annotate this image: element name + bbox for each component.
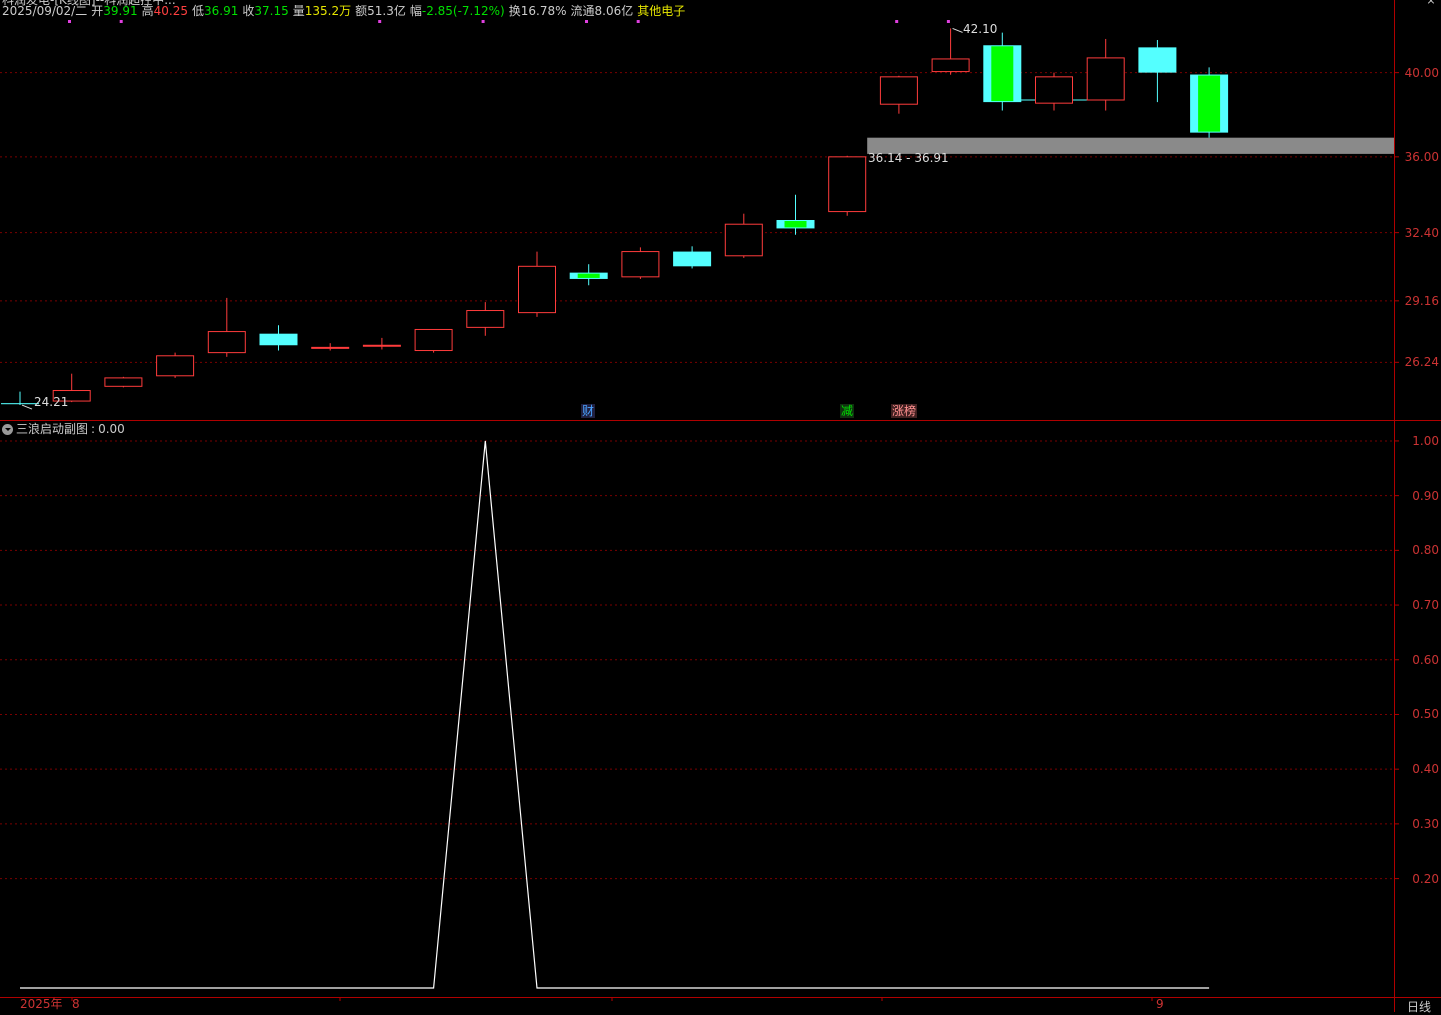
info-label: 开 [91,4,104,18]
info-item: 其他电子 [637,3,685,19]
signal-dot [68,20,71,23]
info-item: 低36.91 [192,3,238,19]
price-axis-label: 36.00 [1404,149,1439,164]
indicator-axis-label: 0.40 [1412,762,1439,777]
high-price-label: 42.10 [963,22,998,36]
candle-body [673,251,712,267]
info-value: 51.3亿 [367,4,406,18]
finance-badge[interactable]: 财 [581,404,596,418]
info-value: 40.25 [153,4,188,18]
indicator-axis-label: 0.90 [1412,488,1439,503]
info-label: 幅 [409,4,422,18]
price-axis-label: 26.24 [1404,355,1439,370]
indicator-title: 三浪启动副图 : 0.00 [2,421,125,437]
indicator-axis-label: 0.60 [1412,652,1439,667]
signal-dot [895,20,899,23]
candle-highlight [577,273,600,278]
info-value: 16.78% [520,4,567,18]
info-label: 高 [141,4,154,18]
indicator-axis-label: 0.20 [1412,871,1439,886]
candle-highlight [991,46,1014,102]
indicator-name: 三浪启动副图 [16,422,89,436]
info-item: 开39.91 [91,3,137,19]
candle-body [259,333,298,346]
signal-dot [119,20,123,23]
info-label: 2025/09/02/二 [2,4,88,18]
indicator-axis-label: 0.50 [1412,707,1439,722]
info-label: 额 [355,4,368,18]
candle-body [724,223,763,257]
candle-body [362,344,401,347]
indicator-axis-label: 0.70 [1412,598,1439,613]
candle-highlight [1198,75,1221,132]
support-range-label: 36.14 - 36.91 [868,151,949,165]
info-item: 收37.15 [242,3,288,19]
candle-body [518,265,556,314]
signal-dot [946,20,950,23]
candle-body [207,331,246,354]
info-value: 39.91 [103,4,138,18]
info-value: 37.15 [254,4,289,18]
candle-body [156,355,195,377]
info-value: -2.85(-7.12%) [421,4,505,18]
candle-body [879,76,918,105]
candle-highlight [784,221,807,228]
price-axis-label: 40.00 [1404,65,1439,80]
info-value: 36.91 [203,4,239,18]
candle-body [931,58,970,73]
signal-dot [636,20,640,23]
info-value: 135.2万 [304,4,352,18]
x-axis-year-label: 2025年 [20,997,63,1011]
reduce-badge[interactable]: 减 [840,404,855,418]
signal-dot [378,20,382,23]
info-label: 收 [242,4,255,18]
candle-body [621,251,660,278]
quote-info-bar: 2025/09/02/二 开39.91 高40.25 低36.91 收37.15 量135… [2,3,685,19]
info-item: 流通8.06亿 [571,3,634,19]
info-label: 流通 [570,4,595,18]
info-label: 换 [508,4,521,18]
close-icon[interactable]: × [1425,0,1437,6]
price-axis-label: 29.16 [1404,293,1439,308]
info-item: 额51.3亿 [355,3,406,19]
limit-up-badge[interactable]: 涨榜 [891,404,918,418]
low-price-label: 24.21 [34,395,69,409]
info-item: 2025/09/02/二 [2,3,87,19]
x-axis-month-sep: 9 [1156,997,1164,1011]
info-value: 其他电子 [637,4,686,18]
info-item: 量135.2万 [293,3,351,19]
candle-body [828,156,867,213]
info-item: 幅-2.85(-7.12%) [410,3,505,19]
x-axis-month-aug: 8 [72,997,80,1011]
candle-body [414,328,453,352]
signal-dot [481,20,485,23]
info-item: 高40.25 [142,3,188,19]
candle-body [311,346,350,349]
indicator-menu-icon[interactable] [2,423,13,435]
info-label: 量 [292,4,305,18]
candle-body [1035,76,1073,104]
period-selector[interactable]: 日线 [1407,998,1431,1015]
indicator-axis-label: 0.30 [1412,816,1439,831]
candle-body [1086,57,1125,101]
price-axis-label: 32.40 [1404,225,1439,240]
high-arrow [952,27,963,33]
indicator-colon: : [91,422,96,436]
low-arrow [21,404,33,410]
info-item: 换16.78% [509,3,567,19]
indicator-value: 0.00 [98,422,125,436]
signal-dot [585,20,588,23]
indicator-axis-label: 0.80 [1412,543,1439,558]
indicator-axis-label: 1.00 [1412,433,1439,448]
info-value: 8.06亿 [594,4,634,18]
candle-body [104,377,143,387]
info-label: 低 [191,4,204,18]
candle-body [1138,47,1177,73]
candle-body [466,310,505,328]
chart-canvas[interactable] [0,0,1441,1012]
